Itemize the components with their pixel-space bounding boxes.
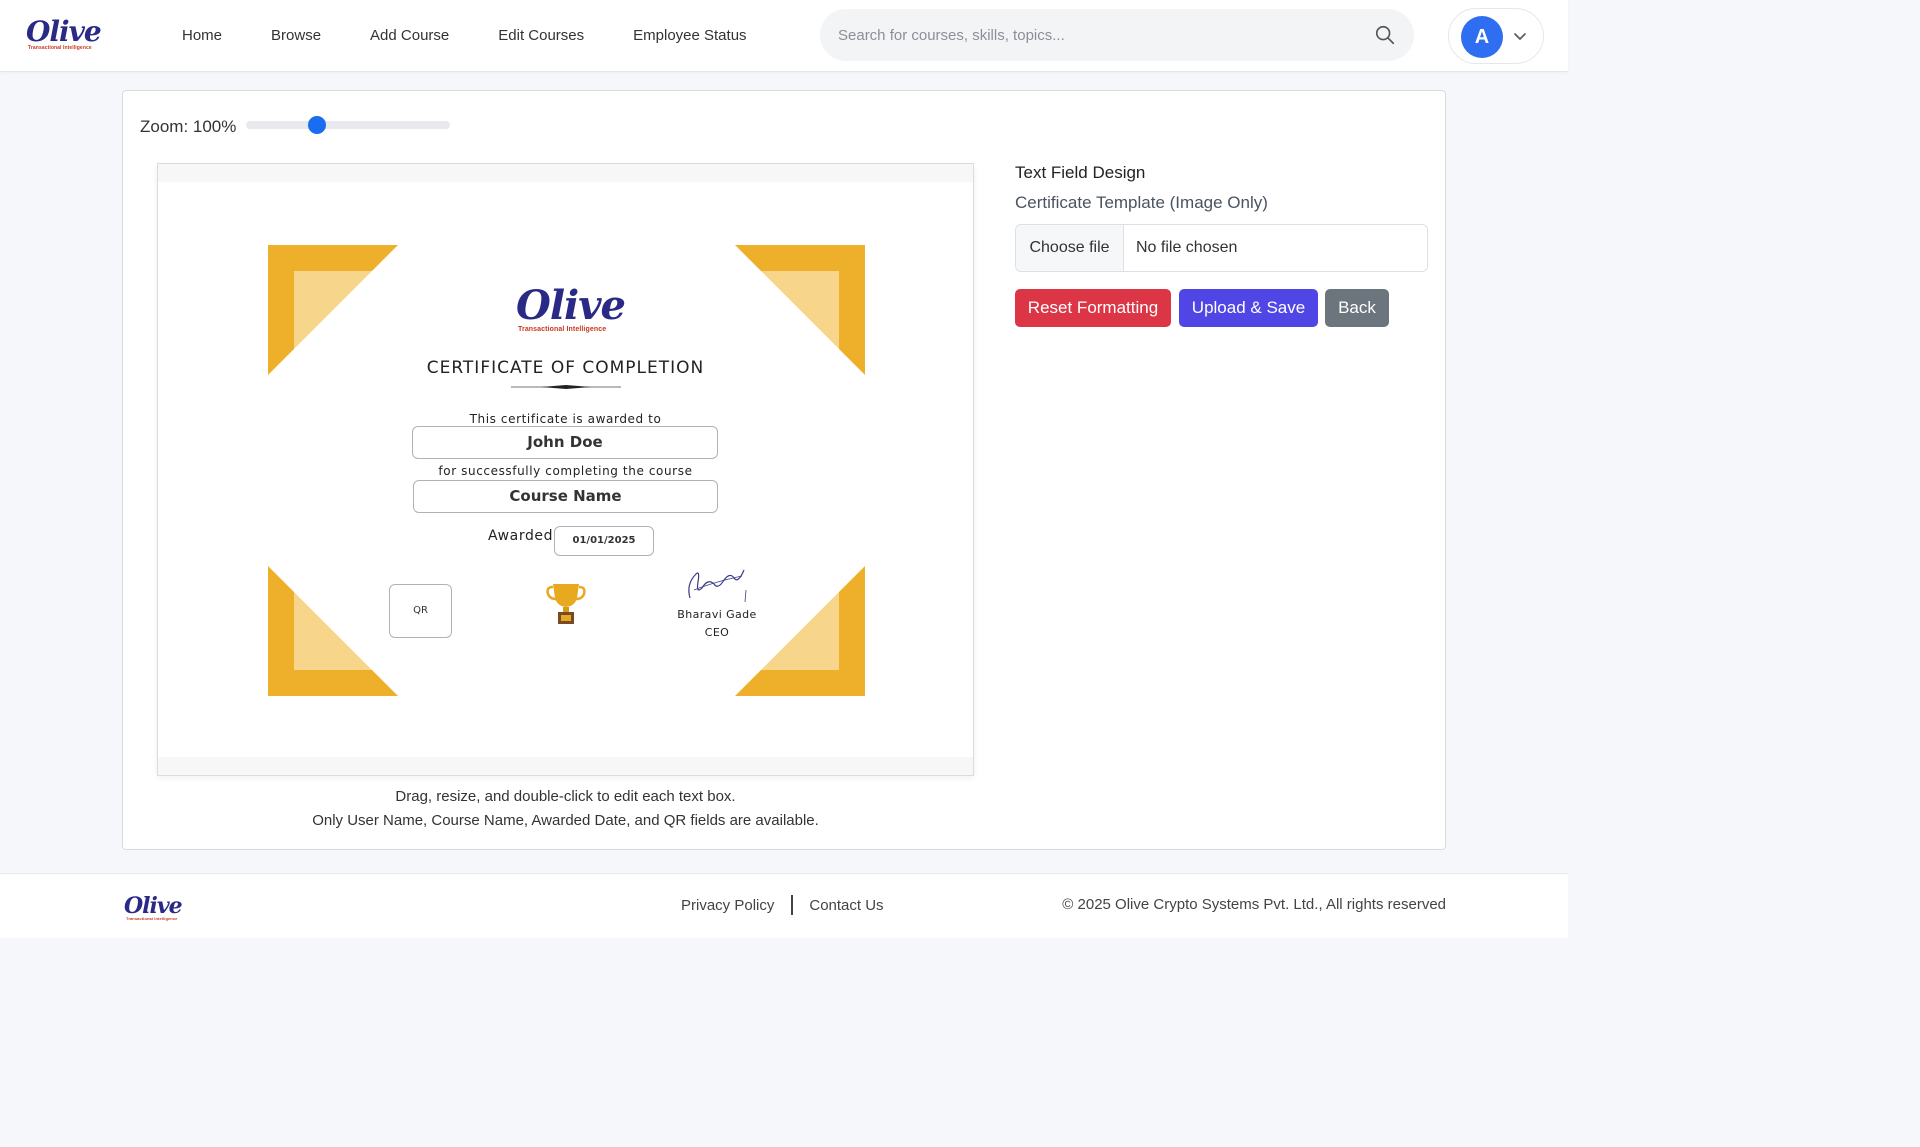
footer-logo-tagline: Transactional Intelligence [126, 916, 178, 921]
nav-employee-status[interactable]: Employee Status [633, 26, 746, 46]
corner-ornament-bottom-left [268, 566, 398, 696]
certificate-logo: Olive Transactional Intelligence [516, 284, 626, 334]
brand-logo-text: Olive [26, 15, 102, 48]
user-name-field[interactable]: John Doe [412, 426, 718, 459]
certificate-editor-card: Zoom: 100% Olive Transactional Intellige… [122, 90, 1446, 850]
privacy-policy-link[interactable]: Privacy Policy [681, 897, 774, 914]
signer-title: CEO [704, 626, 730, 639]
nav-browse[interactable]: Browse [271, 26, 321, 46]
contact-us-link[interactable]: Contact Us [809, 897, 883, 914]
certificate-title: CERTIFICATE OF COMPLETION [426, 358, 705, 378]
avatar: A [1461, 16, 1503, 58]
chevron-down-icon [1514, 33, 1526, 40]
corner-ornament-top-left [268, 245, 398, 375]
search-icon[interactable] [1374, 24, 1396, 46]
footer-logo-text: Olive [124, 893, 183, 919]
reset-formatting-button[interactable]: Reset Formatting [1015, 289, 1171, 327]
certificate-course-text: for successfully completing the course [438, 464, 693, 478]
editor-help-text-2: Only User Name, Course Name, Awarded Dat… [312, 812, 819, 829]
ceo-signature [688, 569, 747, 603]
zoom-label: Zoom: 100% [140, 117, 237, 136]
copyright-text: © 2025 Olive Crypto Systems Pvt. Ltd., A… [1062, 896, 1446, 913]
upload-save-button[interactable]: Upload & Save [1179, 289, 1318, 327]
footer-divider [791, 895, 794, 915]
certificate-canvas: Olive Transactional Intelligence CERTIFI… [157, 163, 974, 776]
trophy-icon [546, 584, 586, 624]
brand-logo[interactable]: Olive Transactional Intelligence [26, 17, 102, 53]
zoom-slider-thumb[interactable] [308, 116, 327, 134]
zoom-slider[interactable] [246, 116, 450, 134]
choose-file-button[interactable]: Choose file [1016, 225, 1124, 271]
nav-edit-courses[interactable]: Edit Courses [498, 26, 584, 46]
corner-ornament-top-right [735, 245, 865, 375]
course-name-field[interactable]: Course Name [413, 480, 718, 513]
top-navbar: Olive Transactional Intelligence Home Br… [0, 0, 1568, 72]
search-bar [820, 9, 1414, 61]
certificate-logo-text: Olive [516, 282, 626, 329]
brand-logo-tagline: Transactional Intelligence [28, 45, 92, 51]
main-nav: Home Browse Add Course Edit Courses Empl… [182, 26, 796, 46]
footer-links: Privacy Policy Contact Us [681, 895, 884, 916]
nav-home[interactable]: Home [182, 26, 222, 46]
user-menu-button[interactable]: A [1448, 8, 1544, 64]
template-file-input[interactable]: Choose file No file chosen [1015, 224, 1428, 272]
panel-heading: Text Field Design [1015, 163, 1146, 182]
title-divider-ornament [511, 385, 621, 389]
nav-add-course[interactable]: Add Course [370, 26, 449, 46]
footer: Olive Transactional Intelligence Privacy… [0, 873, 1568, 938]
search-input[interactable] [838, 23, 1358, 47]
editor-help-text-1: Drag, resize, and double-click to edit e… [395, 788, 736, 805]
canvas-top-band [158, 164, 973, 182]
file-status-text: No file chosen [1136, 239, 1238, 256]
signer-name: Bharavi Gade [677, 608, 757, 621]
certificate-logo-tagline: Transactional Intelligence [518, 326, 607, 333]
back-button[interactable]: Back [1325, 289, 1389, 327]
awarded-date-field[interactable]: 01/01/2025 [554, 526, 654, 556]
canvas-bottom-band [158, 757, 973, 775]
footer-logo[interactable]: Olive Transactional Intelligence [124, 893, 184, 921]
qr-field[interactable]: QR [389, 584, 452, 638]
template-upload-label: Certificate Template (Image Only) [1015, 193, 1268, 212]
certificate-award-text: This certificate is awarded to [469, 412, 662, 426]
